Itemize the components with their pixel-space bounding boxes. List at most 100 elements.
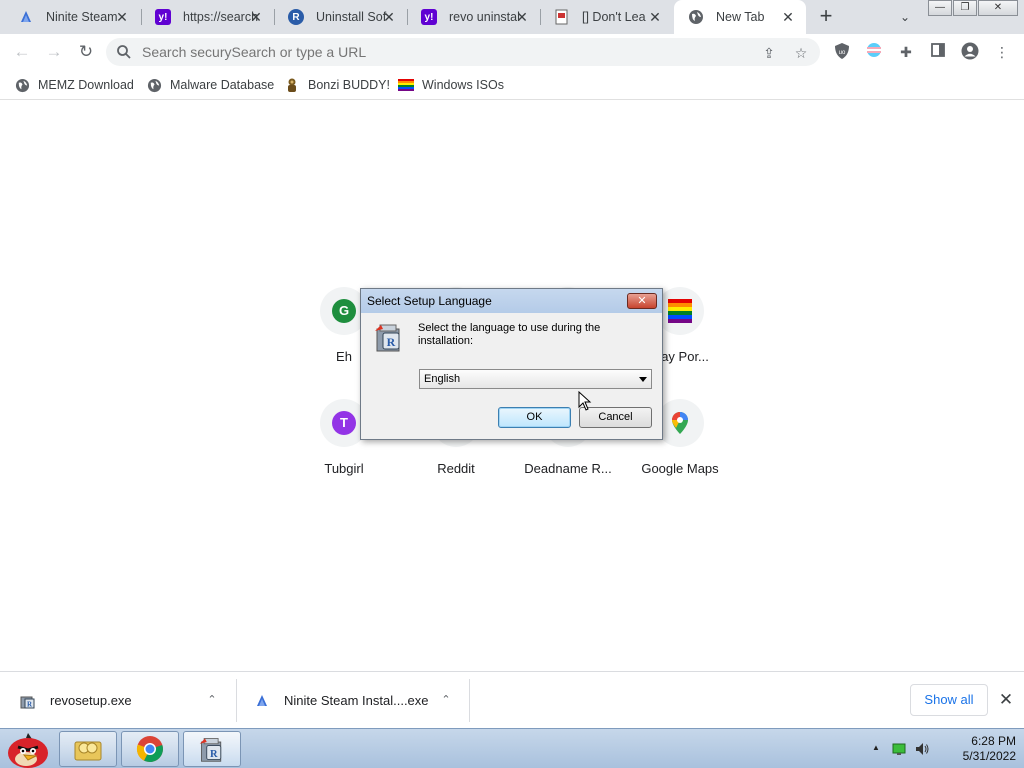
taskbar-chrome[interactable] [121, 731, 179, 767]
revo-setup-icon: R [20, 693, 36, 709]
close-icon[interactable]: ✕ [780, 9, 796, 25]
back-icon[interactable]: ← [10, 40, 34, 64]
menu-kebab-icon[interactable]: ⋮ [992, 42, 1012, 62]
chevron-up-icon[interactable]: ⌃ [204, 692, 220, 708]
show-all-button[interactable]: Show all [910, 684, 988, 716]
dialog-message: Select the language to use during the in… [418, 322, 601, 347]
bookmark-label: Windows ISOs [422, 78, 504, 92]
shortcut-label: Google Maps [641, 461, 719, 476]
tab-search[interactable]: y! https://search ✕ [141, 0, 274, 34]
show-hidden-icons[interactable]: ▲ [870, 741, 882, 755]
bookmark-malware-db[interactable]: Malware Database [146, 75, 274, 95]
dialog-title: Select Setup Language [367, 294, 492, 308]
shortcut-label: Deadname R... [524, 461, 612, 476]
clock-date: 5/31/2022 [962, 749, 1016, 763]
ninite-icon [254, 693, 270, 709]
volume-icon[interactable] [914, 741, 930, 757]
taskbar-explorer[interactable] [59, 731, 117, 767]
mouse-cursor-icon [578, 391, 592, 411]
minimize-icon[interactable]: — [928, 0, 952, 16]
window-close-icon[interactable]: ✕ [978, 0, 1018, 16]
chevron-up-icon[interactable]: ⌃ [438, 692, 454, 708]
bookmark-star-icon[interactable]: ☆ [792, 44, 810, 62]
divider [236, 679, 237, 722]
close-icon[interactable]: ✕ [248, 9, 264, 25]
tab-ninite[interactable]: Ninite Steam ✕ [4, 0, 140, 34]
dropdown-arrow-icon [639, 377, 647, 382]
restore-icon[interactable]: ❐ [953, 0, 977, 16]
new-tab-button[interactable]: + [814, 5, 838, 29]
close-icon[interactable]: ✕ [514, 9, 530, 25]
taskbar-revo-setup[interactable]: R [183, 731, 241, 767]
revo-icon: R [288, 9, 304, 25]
bookmark-memz[interactable]: MEMZ Download [14, 75, 134, 95]
language-select-value: English [424, 373, 461, 385]
bonzi-icon [284, 77, 300, 93]
installer-icon: R [375, 324, 400, 352]
clock-time: 6:28 PM [971, 734, 1016, 748]
bookmarks-bar: MEMZ Download Malware Database Bonzi BUD… [0, 70, 1024, 100]
close-icon[interactable]: ✕ [381, 9, 397, 25]
tab-strip: Ninite Steam ✕ y! https://search ✕ R Uni… [0, 0, 1024, 34]
letter-avatar-icon: G [332, 299, 356, 323]
close-shelf-icon[interactable]: ✕ [997, 690, 1015, 710]
dialog-body: R Select the language to use during the … [365, 315, 658, 437]
toolbar: ← → ↻ ⇪ ☆ uo ✚ ⋮ [0, 34, 1024, 70]
ok-button[interactable]: OK [498, 407, 571, 428]
installer-icon: R [199, 738, 222, 762]
setup-language-dialog: Select Setup Language ✕ R Select the lan… [360, 288, 663, 440]
profile-avatar[interactable] [960, 42, 980, 62]
tab-revo-search[interactable]: y! revo uninstal ✕ [407, 0, 540, 34]
download-item-ninite[interactable]: Ninite Steam Instal....exe [254, 672, 429, 729]
trans-flag-extension-icon[interactable] [864, 42, 884, 62]
shortcut-icon-bg [656, 287, 704, 335]
google-maps-icon [672, 412, 688, 434]
tab-title: Ninite Steam [46, 10, 118, 24]
extensions-puzzle-icon[interactable]: ✚ [896, 42, 916, 62]
omnibox-input[interactable] [142, 43, 742, 61]
forward-icon[interactable]: → [42, 40, 66, 64]
tab-dont-leave[interactable]: [] Don't Lea ✕ [540, 0, 673, 34]
clock[interactable]: 6:28 PM 5/31/2022 [930, 734, 1016, 764]
bookmark-label: MEMZ Download [38, 78, 134, 92]
dialog-titlebar[interactable]: Select Setup Language ✕ [361, 289, 662, 313]
bookmark-label: Bonzi BUDDY! [308, 78, 390, 92]
tab-new-tab[interactable]: New Tab ✕ [674, 0, 806, 34]
page-icon [554, 9, 570, 25]
rainbow-flag-icon [398, 77, 414, 93]
download-shelf: R revosetup.exe ⌃ Ninite Steam Instal...… [0, 671, 1024, 728]
shortcut-label: Reddit [437, 461, 475, 476]
start-button-angry-bird-icon[interactable] [2, 729, 54, 768]
bookmark-label: Malware Database [170, 78, 275, 92]
globe-icon [14, 77, 30, 93]
side-panel-icon[interactable] [928, 42, 948, 62]
system-tray: ▲ 6:28 PM 5/31/2022 [866, 729, 1024, 768]
omnibox[interactable]: ⇪ ☆ [106, 38, 820, 66]
language-select[interactable]: English [419, 369, 652, 389]
ninite-icon [18, 9, 34, 25]
yahoo-icon: y! [155, 9, 171, 25]
tab-search-icon[interactable]: ⌄ [894, 6, 916, 28]
dialog-close-button[interactable]: ✕ [627, 293, 657, 309]
share-icon[interactable]: ⇪ [760, 44, 778, 62]
download-filename: revosetup.exe [50, 693, 132, 708]
download-filename: Ninite Steam Instal....exe [284, 693, 429, 708]
ublock-icon[interactable]: uo [832, 42, 852, 62]
taskbar: R ▲ 6:28 PM 5/31/2022 [0, 728, 1024, 768]
divider [469, 679, 470, 722]
network-icon[interactable] [892, 742, 906, 756]
download-item-revosetup[interactable]: R revosetup.exe [20, 672, 132, 729]
tab-uninstall[interactable]: R Uninstall Sof ✕ [274, 0, 407, 34]
rainbow-flag-icon [668, 299, 692, 323]
yahoo-icon: y! [421, 9, 437, 25]
shortcut-label: Tubgirl [324, 461, 364, 476]
bookmark-windows-isos[interactable]: Windows ISOs [398, 75, 504, 95]
globe-icon [688, 9, 704, 25]
bookmark-bonzi[interactable]: Bonzi BUDDY! [284, 75, 390, 95]
globe-icon [146, 77, 162, 93]
close-icon[interactable]: ✕ [647, 9, 663, 25]
svg-text:R: R [210, 749, 218, 760]
svg-text:R: R [387, 335, 396, 349]
reload-icon[interactable]: ↻ [74, 40, 98, 64]
close-icon[interactable]: ✕ [114, 9, 130, 25]
